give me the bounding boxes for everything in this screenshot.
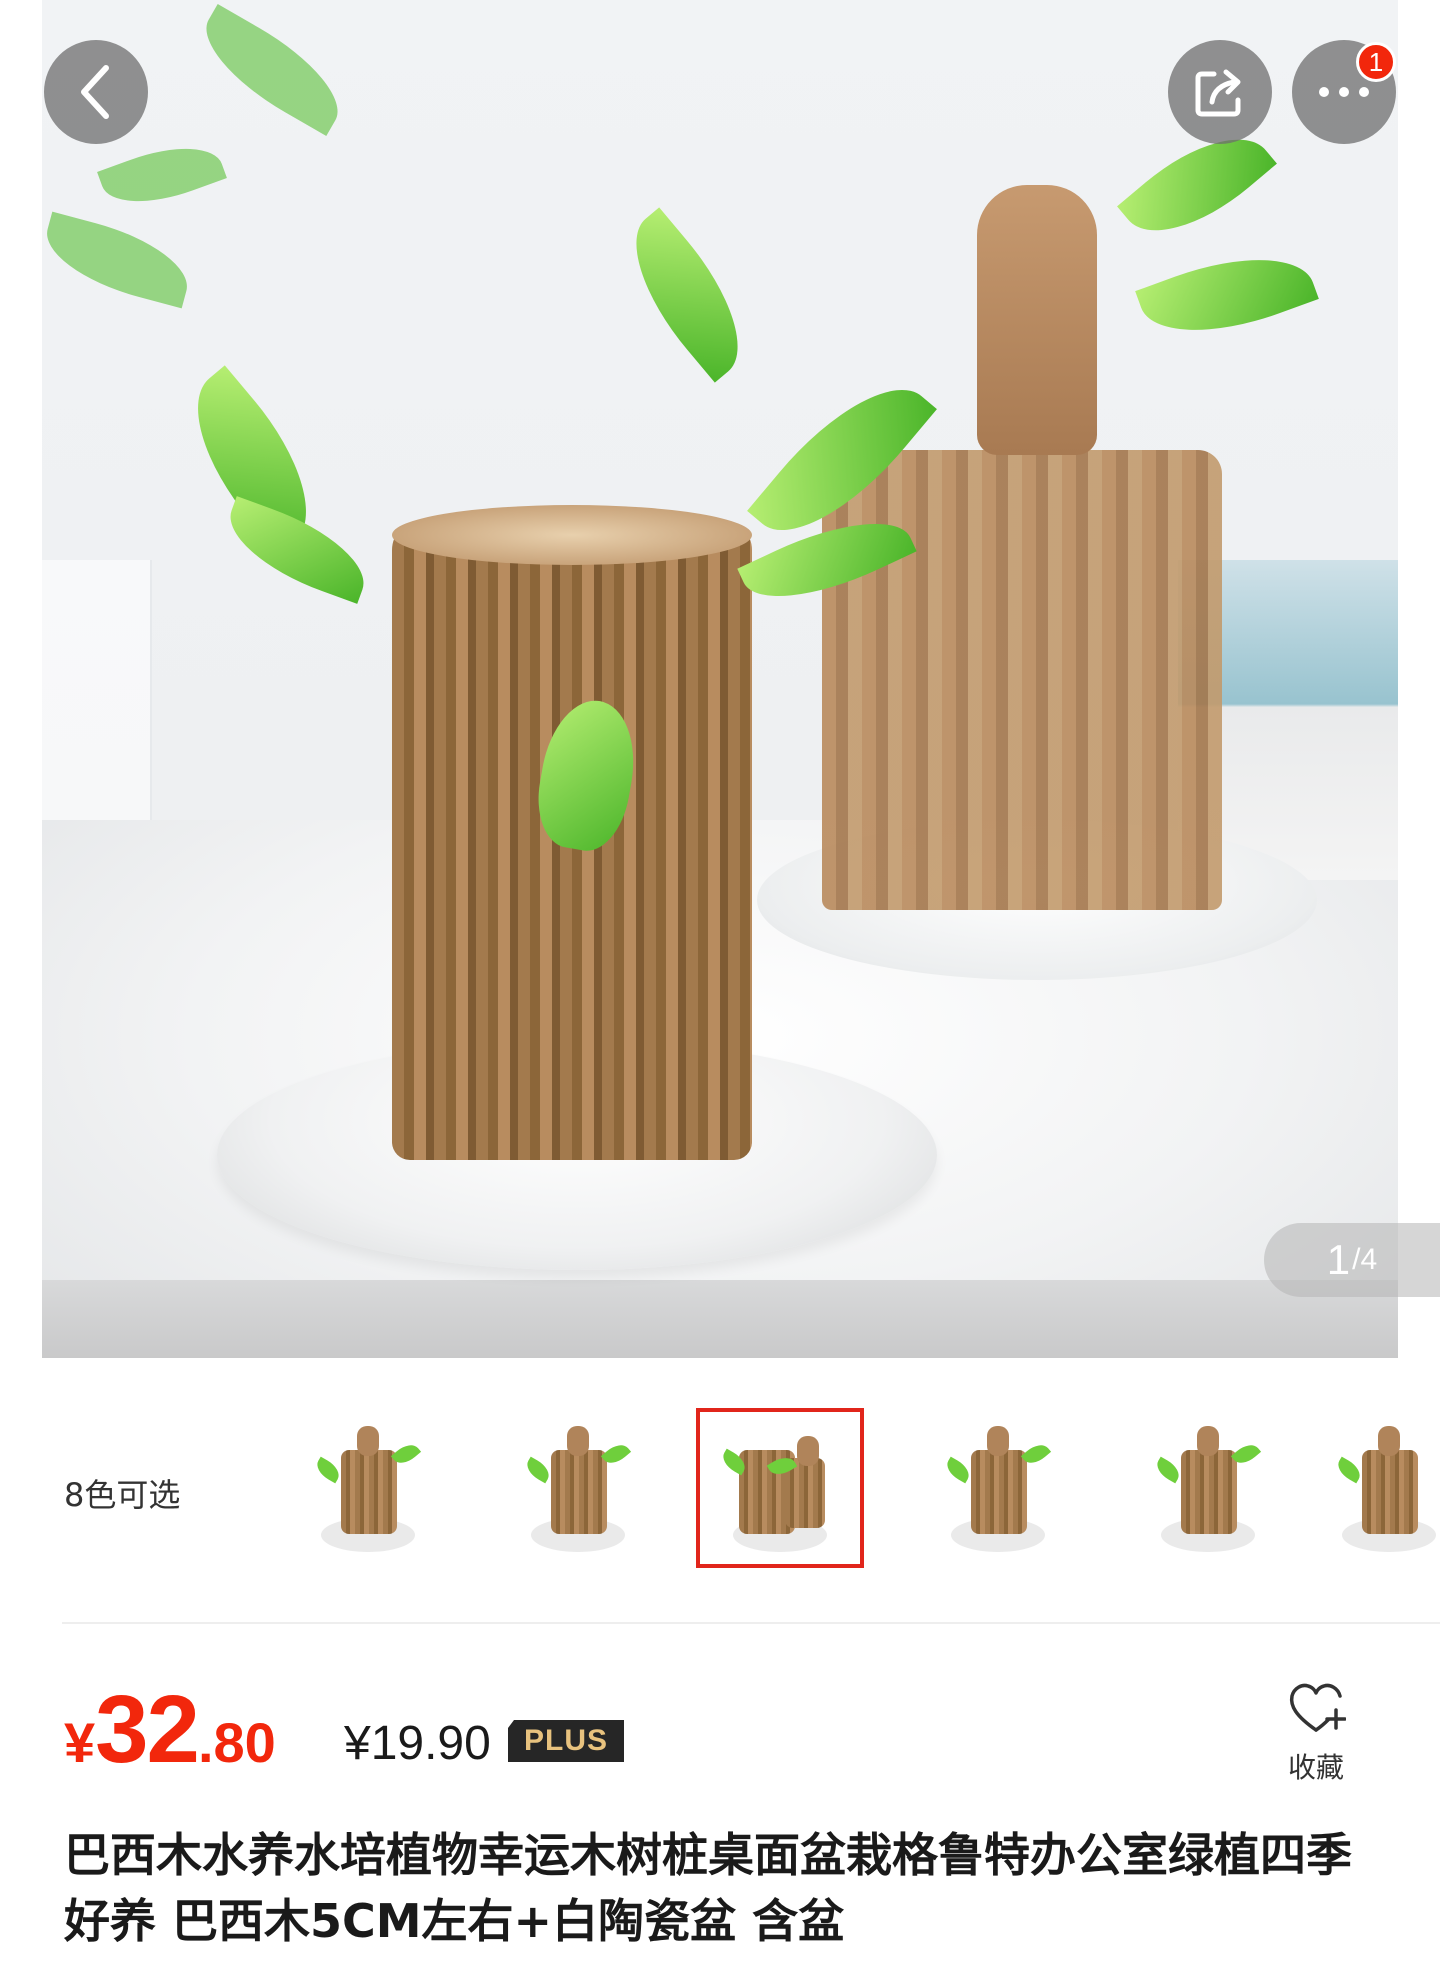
- heart-plus-icon: [1289, 1683, 1347, 1732]
- variant-thumb[interactable]: [494, 1408, 662, 1568]
- price-currency: ¥: [64, 1711, 96, 1774]
- back-leaf: [605, 207, 769, 383]
- pager-separator: /: [1352, 1243, 1361, 1276]
- variant-thumb-image: [1334, 1418, 1440, 1558]
- product-detail-page: 1 1 / 4 8色可选 ¥ 32 .80 ¥19.90 PLUS 收藏 巴西木…: [0, 0, 1440, 1985]
- variant-thumb-image: [522, 1418, 633, 1558]
- background-leaf: [42, 211, 198, 309]
- background-leaf: [187, 4, 357, 136]
- pager-current: 1: [1326, 1236, 1351, 1283]
- more-dots-icon: [1319, 87, 1369, 97]
- plus-tag: PLUS: [508, 1720, 624, 1762]
- back-stump: [822, 450, 1222, 910]
- price-decimal: .80: [197, 1711, 276, 1774]
- product-main-image[interactable]: [42, 0, 1398, 1358]
- pager-total: 4: [1360, 1243, 1378, 1276]
- favorite-label: 收藏: [1287, 1751, 1344, 1784]
- section-divider: [62, 1622, 1440, 1624]
- table-edge: [42, 1280, 1398, 1358]
- price-integer: 32: [95, 1676, 200, 1783]
- image-pager: 1 / 4: [1264, 1223, 1440, 1297]
- product-title: 巴西木水养水培植物幸运木树桩桌面盆栽格鲁特办公室绿植四季好养 巴西木5CM左右+…: [64, 1828, 1352, 1948]
- variant-thumb[interactable]: [1334, 1408, 1440, 1568]
- chevron-left-icon: [81, 65, 109, 119]
- variant-thumb-image: [1152, 1418, 1263, 1558]
- plus-member-price: ¥19.90: [344, 1717, 491, 1770]
- variant-thumb-selected[interactable]: [696, 1408, 864, 1568]
- back-leaf: [1135, 233, 1319, 357]
- back-button[interactable]: [44, 40, 148, 144]
- share-button[interactable]: [1168, 40, 1272, 144]
- variant-thumb-image: [718, 1418, 835, 1558]
- groot-figure: [977, 185, 1097, 455]
- variant-thumb[interactable]: [914, 1408, 1082, 1568]
- variant-thumb[interactable]: [284, 1408, 452, 1568]
- current-price: ¥ 32 .80: [64, 1675, 276, 1785]
- notification-badge: 1: [1356, 42, 1396, 82]
- variant-count-label: 8色可选: [64, 1476, 181, 1514]
- share-icon: [1195, 69, 1241, 117]
- variant-thumb[interactable]: [1124, 1408, 1292, 1568]
- favorite-button[interactable]: 收藏: [1276, 1680, 1356, 1790]
- variant-thumb-image: [312, 1418, 423, 1558]
- front-stump-top: [392, 505, 752, 565]
- variant-thumb-image: [942, 1418, 1053, 1558]
- background-leaf: [97, 130, 227, 220]
